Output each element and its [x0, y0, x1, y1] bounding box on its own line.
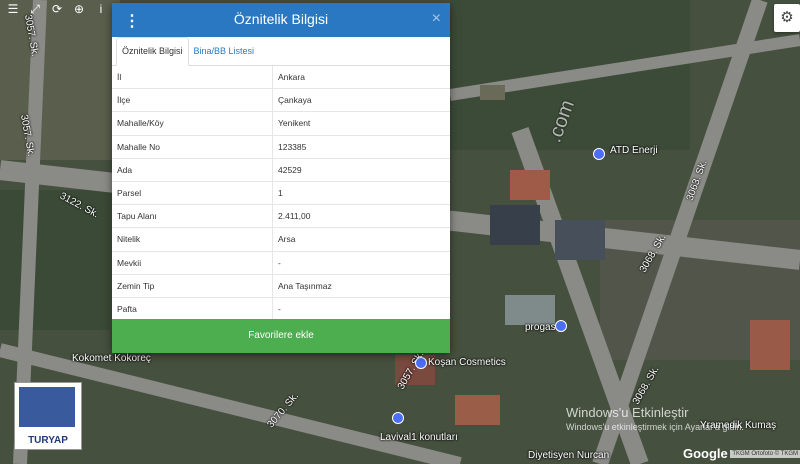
table-row: Mevkii - — [112, 251, 450, 275]
poi-label: Diyetisyen Nurcan — [528, 450, 610, 461]
attr-key: Mahalle No — [112, 135, 273, 159]
attr-key: İl — [112, 66, 273, 90]
tab-attribute-info[interactable]: Öznitelik Bilgisi — [116, 37, 189, 66]
poi-label: Lavival1 konutları — [380, 432, 458, 443]
poi-label: ATD Enerji — [610, 145, 658, 156]
attr-value: Yenikent — [272, 111, 450, 136]
attr-key: Mahalle/Köy — [112, 111, 273, 136]
attr-value: 42529 — [272, 158, 450, 182]
attr-value: 123385 — [272, 135, 450, 159]
gear-icon[interactable]: ⚙ — [774, 4, 800, 32]
attr-value: Çankaya — [272, 88, 450, 113]
attr-value: Arsa — [272, 227, 450, 252]
poi-label: Koşan Cosmetics — [428, 357, 506, 368]
table-row: İl Ankara — [112, 66, 450, 90]
poi-pin-icon[interactable] — [593, 148, 605, 160]
attr-key: Tapu Alanı — [112, 204, 273, 229]
activation-subtitle: Windows'u etkinleştirmek için Ayarlar'a … — [566, 422, 744, 432]
table-row: Ada 42529 — [112, 158, 450, 182]
attr-value: - — [272, 251, 450, 275]
close-icon[interactable]: × — [432, 10, 441, 28]
attr-key: Parsel — [112, 181, 273, 206]
refresh-icon[interactable]: ⟳ — [48, 1, 66, 17]
attr-key: Pafta — [112, 297, 273, 322]
locate-icon[interactable]: ⊕ — [70, 1, 88, 17]
poi-pin-icon[interactable] — [392, 412, 404, 424]
attribute-panel: ⋮ Öznitelik Bilgisi × Öznitelik Bilgisi … — [112, 3, 450, 353]
attr-key: Ada — [112, 158, 273, 182]
table-row: Tapu Alanı 2.411,00 — [112, 204, 450, 229]
handshake-logo-icon — [19, 387, 75, 427]
add-favorite-button[interactable]: Favorilere ekle — [112, 319, 450, 353]
activation-title: Windows'u Etkinleştir — [566, 405, 689, 420]
info-icon[interactable]: i — [92, 1, 110, 17]
poi-pin-icon[interactable] — [555, 320, 567, 332]
panel-title: Öznitelik Bilgisi — [233, 11, 329, 27]
attr-key: Zemin Tip — [112, 274, 273, 298]
expand-icon[interactable]: ⤢ — [26, 1, 44, 17]
poi-pin-icon[interactable] — [415, 357, 427, 369]
windows-activation-watermark: Windows'u Etkinleştir Windows'u etkinleş… — [566, 405, 744, 432]
poi-label: Kokomet Kokoreç — [72, 353, 151, 364]
table-row: Mahalle No 123385 — [112, 135, 450, 159]
attr-value: Ankara — [272, 66, 450, 90]
table-row: Parsel 1 — [112, 181, 450, 206]
attr-value: - — [272, 297, 450, 322]
map-attribution[interactable]: TKGM Ortofoto © TKGM — [730, 450, 800, 458]
panel-tabs: Öznitelik Bilgisi Bina/BB Listesi — [112, 37, 450, 66]
attr-value: 1 — [272, 181, 450, 206]
table-row: İlçe Çankaya — [112, 88, 450, 113]
map-toolbar: ☰ ⤢ ⟳ ⊕ i — [0, 0, 114, 20]
table-row: Zemin Tip Ana Taşınmaz — [112, 274, 450, 298]
attr-key: Mevkii — [112, 251, 273, 275]
tab-building-list[interactable]: Bina/BB Listesi — [189, 38, 260, 65]
logo-text: TURYAP — [28, 435, 68, 446]
menu-icon[interactable]: ☰ — [4, 1, 22, 17]
brand-logo: TURYAP — [14, 382, 82, 450]
attribute-table: İl Ankara İlçe Çankaya Mahalle/Köy Yenikent… — [112, 66, 450, 322]
attr-value: 2.411,00 — [272, 204, 450, 229]
attr-key: Nitelik — [112, 227, 273, 252]
google-logo: Google — [683, 446, 728, 461]
table-row: Mahalle/Köy Yenikent — [112, 111, 450, 136]
table-row: Nitelik Arsa — [112, 227, 450, 252]
table-row: Pafta - — [112, 297, 450, 322]
attr-key: İlçe — [112, 88, 273, 113]
attr-value: Ana Taşınmaz — [272, 274, 450, 298]
poi-label: progas — [525, 322, 556, 333]
panel-header: ⋮ Öznitelik Bilgisi × — [112, 3, 450, 37]
